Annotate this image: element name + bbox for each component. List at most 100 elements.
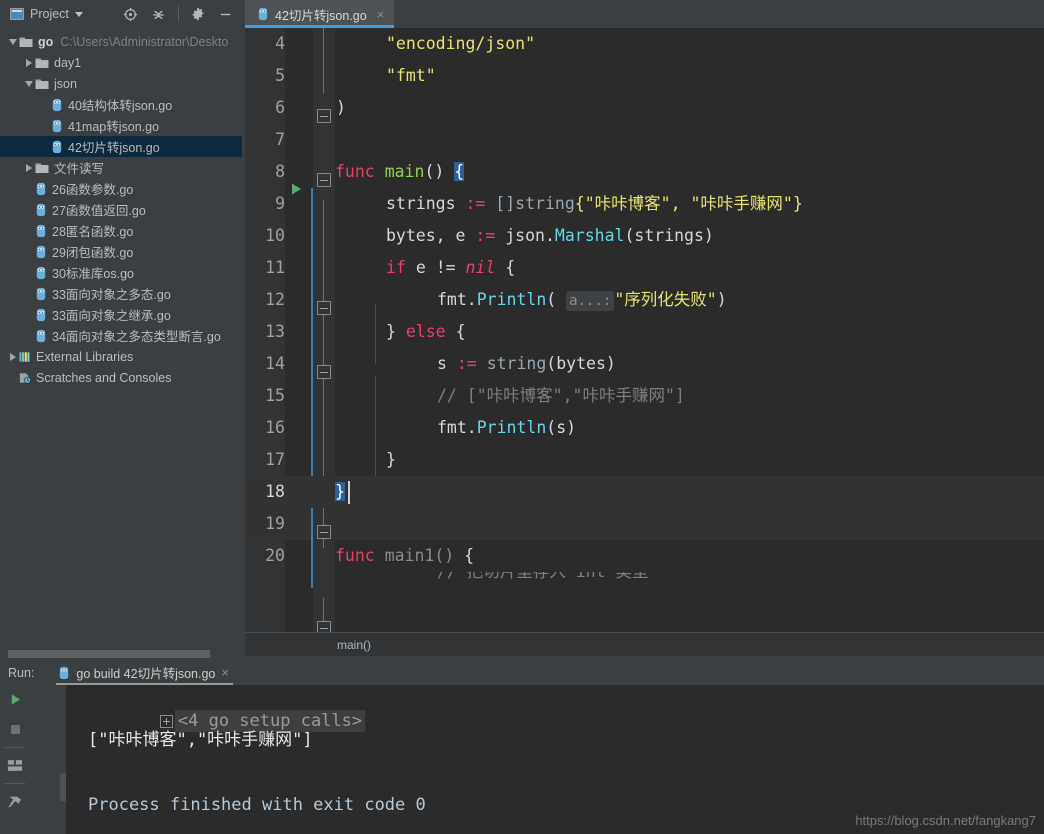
- tree-item-12[interactable]: 33面向对象之多态.go: [0, 283, 242, 304]
- fold-marker-main1[interactable]: [317, 621, 331, 632]
- tree-item-10[interactable]: 29闭包函数.go: [0, 241, 242, 262]
- token-func-name-main: main: [384, 162, 425, 181]
- chevron-right-icon[interactable]: [22, 52, 35, 73]
- editor-line-15[interactable]: 15 // ["咔咔博客","咔咔手赚网"]: [245, 380, 1044, 412]
- editor-line-19[interactable]: 19: [245, 508, 1044, 540]
- tree-item-path: C:\Users\Administrator\Deskto: [60, 34, 229, 49]
- text-caret: [348, 481, 350, 504]
- token-str-fail: "序列化失败": [614, 290, 717, 309]
- go-file-icon: [52, 119, 62, 132]
- editor-line-10[interactable]: 10 bytes, e := json.Marshal(strings): [245, 220, 1044, 252]
- close-icon[interactable]: ×: [221, 665, 229, 680]
- tree-item-11[interactable]: 30标准库os.go: [0, 262, 242, 283]
- tree-item-label: Scratches and Consoles: [36, 370, 172, 385]
- pin-icon[interactable]: [0, 787, 30, 815]
- tree-item-label: 33面向对象之继承.go: [52, 309, 171, 323]
- line-number: 17: [265, 450, 285, 469]
- library-icon: [19, 351, 30, 362]
- token-brace-open-main1: {: [464, 546, 475, 565]
- chevron-right-icon[interactable]: [22, 157, 35, 178]
- token-pkg-json: json.: [505, 226, 555, 245]
- sidebar-divider-2: [5, 783, 25, 784]
- breadcrumb[interactable]: main(): [245, 632, 1044, 656]
- watermark: https://blog.csdn.net/fangkang7: [855, 813, 1036, 828]
- token-define-op-3: :=: [456, 354, 477, 373]
- token-id-e: e: [415, 258, 426, 277]
- locate-target-icon[interactable]: [117, 0, 145, 28]
- token-fn-string-conv: string: [486, 354, 547, 373]
- chevron-right-icon[interactable]: [6, 346, 19, 367]
- line-number: 5: [275, 66, 285, 85]
- tree-item-14[interactable]: 34面向对象之多态类型断言.go: [0, 325, 242, 346]
- rerun-icon[interactable]: [0, 685, 30, 713]
- stop-icon[interactable]: [0, 715, 30, 743]
- tree-item-label: 34面向对象之多态类型断言.go: [52, 330, 221, 344]
- project-label: Project: [30, 7, 69, 21]
- console-exit-line: Process finished with exit code 0: [88, 795, 426, 815]
- editor-line-6[interactable]: 6 ): [245, 92, 1044, 124]
- tree-item-label: json: [54, 76, 77, 91]
- chevron-down-icon[interactable]: [22, 73, 35, 94]
- tree-item-4[interactable]: 41map转json.go: [0, 115, 242, 136]
- line-number: 10: [265, 226, 285, 245]
- editor-line-4[interactable]: 4 "encoding/json": [245, 28, 1044, 60]
- tree-item-8[interactable]: 27函数值返回.go: [0, 199, 242, 220]
- editor-line-17[interactable]: 17 }: [245, 444, 1044, 476]
- tree-item-16[interactable]: Scratches and Consoles: [0, 367, 242, 388]
- tree-hscrollbar-thumb[interactable]: [8, 650, 210, 658]
- param-hint-chip: a...:: [566, 290, 615, 311]
- tree-item-label: 41map转json.go: [68, 120, 160, 134]
- tree-item-13[interactable]: 33面向对象之继承.go: [0, 304, 242, 325]
- tree-item-2[interactable]: json: [0, 73, 242, 94]
- go-file-icon: [36, 203, 46, 216]
- run-tab-label: go build 42切片转json.go: [76, 667, 216, 681]
- tree-item-1[interactable]: day1: [0, 52, 242, 73]
- close-icon[interactable]: ×: [377, 8, 385, 21]
- line-number: 15: [265, 386, 285, 405]
- token-pkg-fmt-2: fmt.: [437, 418, 477, 437]
- run-configuration-tab[interactable]: go build 42切片转json.go ×: [54, 660, 235, 685]
- project-icon: [10, 8, 24, 20]
- editor-line-11[interactable]: 11 if e != nil {: [245, 252, 1044, 284]
- gear-icon[interactable]: [184, 0, 212, 28]
- tree-item-15[interactable]: External Libraries: [0, 346, 242, 367]
- chevron-down-icon[interactable]: [74, 11, 83, 17]
- run-console[interactable]: <4 go setup calls> ["咔咔博客","咔咔手赚网"] Proc…: [66, 685, 1044, 834]
- layout-icon[interactable]: [0, 751, 30, 779]
- editor-line-9[interactable]: 9 strings := []string{"咔咔博客", "咔咔手赚网"}: [245, 188, 1044, 220]
- chevron-down-icon[interactable]: [6, 31, 19, 52]
- tree-item-3[interactable]: 40结构体转json.go: [0, 94, 242, 115]
- tree-item-9[interactable]: 28匿名函数.go: [0, 220, 242, 241]
- token-else-kw: else: [405, 322, 446, 341]
- line-number: 14: [265, 354, 285, 373]
- token-id-s: s: [437, 354, 447, 373]
- collapse-all-icon[interactable]: [145, 0, 173, 28]
- tree-item-0[interactable]: go C:\Users\Administrator\Deskto: [0, 31, 242, 52]
- editor-line-5[interactable]: 5 "fmt": [245, 60, 1044, 92]
- tree-item-5[interactable]: 42切片转json.go: [0, 136, 242, 157]
- editor-line-7[interactable]: 7: [245, 124, 1044, 156]
- tree-item-6[interactable]: 文件读写: [0, 157, 242, 178]
- tree-item-label: 26函数参数.go: [52, 183, 134, 197]
- folder-icon: [35, 58, 49, 68]
- token-id-bytes-e: bytes, e: [386, 226, 466, 245]
- editor-line-20[interactable]: 20 func main1() {: [245, 540, 1044, 572]
- editor-line-8[interactable]: 8 func main() {: [245, 156, 1044, 188]
- minimize-icon[interactable]: [212, 0, 240, 28]
- tab-42-slice-to-json[interactable]: 42切片转json.go ×: [245, 0, 395, 28]
- token-parens: (): [424, 162, 445, 181]
- project-tool-window-button[interactable]: Project: [0, 0, 91, 28]
- project-tree[interactable]: go C:\Users\Administrator\Deskto day1 json 4…: [0, 28, 242, 646]
- editor-line-16[interactable]: 16 fmt.Println(s): [245, 412, 1044, 444]
- editor-line-14[interactable]: 14 s := string(bytes): [245, 348, 1044, 380]
- tree-item-7[interactable]: 26函数参数.go: [0, 178, 242, 199]
- code-editor[interactable]: 4 "encoding/json" 5 "fmt" 6 ) 7 8 func m…: [245, 28, 1044, 632]
- editor-line-18[interactable]: 18 }: [245, 476, 1044, 508]
- editor-line-12[interactable]: 12 fmt.Println( a...: "序列化失败"): [245, 284, 1044, 316]
- line-number: 16: [265, 418, 285, 437]
- editor-line-13[interactable]: 13 } else {: [245, 316, 1044, 348]
